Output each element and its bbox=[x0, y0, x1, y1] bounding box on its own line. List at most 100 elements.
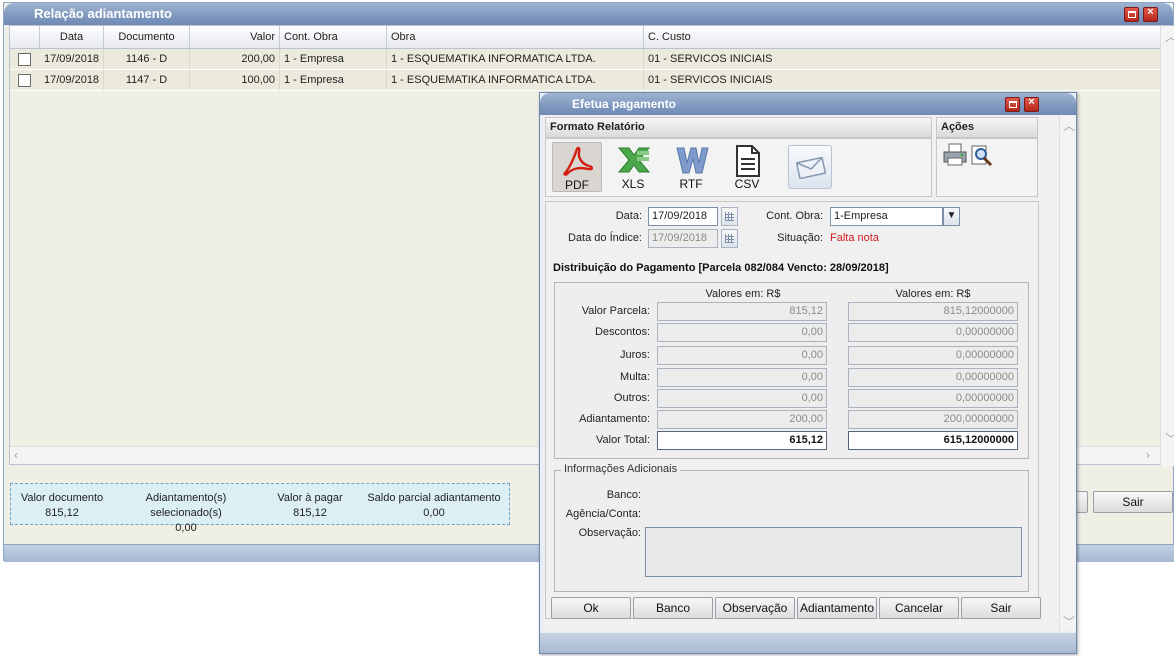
outros-field[interactable]: 0,00 bbox=[657, 389, 827, 408]
adiantamento-field[interactable]: 200,00 bbox=[657, 410, 827, 429]
summary-adiantamentos: Adiantamento(s) selecionado(s) 0,00 bbox=[109, 491, 263, 536]
maximize-dialog-button[interactable] bbox=[1005, 97, 1020, 112]
xls-format-button[interactable]: XLS bbox=[608, 142, 658, 192]
informacoes-adicionais-legend: Informações Adicionais bbox=[561, 463, 681, 475]
banco-button[interactable]: Banco bbox=[633, 597, 713, 619]
adiantamento-field-precise[interactable]: 200,00000000 bbox=[848, 410, 1018, 429]
acoes-header: Ações bbox=[936, 117, 1038, 138]
observacao-button[interactable]: Observação bbox=[715, 597, 795, 619]
pdf-format-button[interactable]: PDF bbox=[552, 142, 602, 192]
scroll-right-icon[interactable]: › bbox=[1146, 448, 1150, 462]
header-data[interactable]: Data bbox=[40, 26, 104, 48]
scroll-up-icon[interactable]: ︿ bbox=[1063, 117, 1075, 134]
header-obra[interactable]: Obra bbox=[387, 26, 644, 48]
header-cont-obra[interactable]: Cont. Obra bbox=[280, 26, 387, 48]
restore-icon bbox=[1128, 11, 1136, 18]
print-preview-button[interactable] bbox=[968, 142, 994, 168]
cell-documento: 1147 - D bbox=[104, 70, 190, 90]
summary-value: 815,12 bbox=[293, 507, 327, 519]
adiantamento-button[interactable]: Adiantamento bbox=[797, 597, 877, 619]
restore-window-button[interactable] bbox=[1124, 7, 1139, 22]
dialog-title: Efetua pagamento bbox=[540, 93, 1076, 115]
acoes-panel bbox=[936, 138, 1038, 197]
print-preview-icon bbox=[971, 145, 993, 167]
dialog-vertical-scrollbar[interactable]: ︿ ﹀ bbox=[1059, 115, 1076, 631]
descontos-field[interactable]: 0,00 bbox=[657, 323, 827, 342]
scroll-down-icon[interactable]: ﹀ bbox=[1063, 613, 1075, 630]
cont-obra-label: Cont. Obra: bbox=[766, 210, 823, 222]
close-dialog-button[interactable]: × bbox=[1024, 96, 1039, 112]
situacao-value: Falta nota bbox=[830, 232, 879, 244]
distribuicao-title: Distribuição do Pagamento [Parcela 082/0… bbox=[553, 262, 889, 274]
juros-field[interactable]: 0,00 bbox=[657, 346, 827, 365]
pdf-icon bbox=[563, 146, 594, 176]
calendar-icon[interactable] bbox=[721, 207, 738, 226]
calendar-icon[interactable] bbox=[721, 229, 738, 248]
summary-valor-a-pagar: Valor à pagar 815,12 bbox=[267, 491, 353, 521]
maximize-icon bbox=[1009, 101, 1017, 108]
cell-c-custo: 01 - SERVICOS INICIAIS bbox=[648, 74, 773, 86]
juros-field-precise[interactable]: 0,00000000 bbox=[848, 346, 1018, 365]
summary-saldo: Saldo parcial adiantamento 0,00 bbox=[363, 491, 505, 521]
multa-field-precise[interactable]: 0,00000000 bbox=[848, 368, 1018, 387]
csv-format-button[interactable]: CSV bbox=[722, 142, 772, 192]
row-checkbox[interactable] bbox=[18, 53, 31, 66]
summary-valor-documento: Valor documento 815,12 bbox=[17, 491, 107, 521]
summary-label: Valor documento bbox=[20, 492, 104, 504]
rtf-format-button[interactable]: RTF bbox=[666, 142, 716, 192]
valor-parcela-field-precise[interactable]: 815,12000000 bbox=[848, 302, 1018, 321]
valor-total-field-precise[interactable]: 615,12000000 bbox=[848, 431, 1018, 450]
valor-parcela-field[interactable]: 815,12 bbox=[657, 302, 827, 321]
summary-value: 0,00 bbox=[175, 522, 197, 534]
summary-label: Adiantamento(s) selecionado(s) bbox=[145, 492, 227, 519]
header-documento[interactable]: Documento bbox=[104, 26, 190, 48]
dialog-content: Formato Relatório PDF XLS RTF CSV Ações … bbox=[544, 115, 1059, 631]
descontos-label: Descontos: bbox=[594, 326, 650, 338]
valor-parcela-label: Valor Parcela: bbox=[581, 305, 650, 317]
data-field[interactable]: 17/09/2018 bbox=[648, 207, 718, 226]
print-button[interactable] bbox=[942, 142, 968, 168]
valor-total-field[interactable]: 615,12 bbox=[657, 431, 827, 450]
header-valor[interactable]: Valor bbox=[190, 26, 280, 48]
cell-documento: 1146 - D bbox=[104, 49, 190, 69]
ok-button[interactable]: Ok bbox=[551, 597, 631, 619]
row-checkbox[interactable] bbox=[18, 74, 31, 87]
format-label: CSV bbox=[734, 177, 760, 191]
efetua-pagamento-dialog: Efetua pagamento × Formato Relatório PDF… bbox=[539, 92, 1077, 654]
scroll-up-icon[interactable]: ︿ bbox=[1165, 28, 1174, 45]
close-window-button[interactable]: × bbox=[1143, 6, 1158, 22]
scroll-down-icon[interactable]: ﹀ bbox=[1165, 430, 1174, 447]
outros-field-precise[interactable]: 0,00000000 bbox=[848, 389, 1018, 408]
cell-data: 17/09/2018 bbox=[40, 70, 104, 90]
window-title: Relação adiantamento bbox=[4, 3, 1173, 25]
informacoes-adicionais-fieldset: Informações Adicionais Banco: Agência/Co… bbox=[554, 463, 1029, 592]
summary-label: Saldo parcial adiantamento bbox=[367, 492, 501, 504]
table-row[interactable]: 17/09/2018 1146 - D 200,00 1 - Empresa 1… bbox=[10, 49, 1160, 70]
cancelar-button[interactable]: Cancelar bbox=[879, 597, 959, 619]
chevron-down-icon[interactable]: ▼ bbox=[943, 207, 960, 226]
data-label: Data: bbox=[615, 210, 642, 222]
grid-vertical-scrollbar[interactable]: ︿ ﹀ bbox=[1160, 26, 1174, 466]
cell-valor: 200,00 bbox=[190, 49, 280, 69]
descontos-field-precise[interactable]: 0,00000000 bbox=[848, 323, 1018, 342]
scroll-left-icon[interactable]: ‹ bbox=[14, 448, 18, 462]
summary-label: Valor à pagar bbox=[277, 492, 343, 504]
xls-icon bbox=[617, 147, 651, 173]
observacao-textarea[interactable] bbox=[645, 527, 1022, 577]
email-button[interactable] bbox=[788, 145, 832, 189]
multa-field[interactable]: 0,00 bbox=[657, 368, 827, 387]
valor-total-label: Valor Total: bbox=[595, 434, 650, 446]
table-row[interactable]: 17/09/2018 1147 - D 100,00 1 - Empresa 1… bbox=[10, 70, 1160, 91]
cell-c-custo: 01 - SERVICOS INICIAIS bbox=[648, 53, 773, 65]
sair-button[interactable]: Sair bbox=[961, 597, 1041, 619]
cont-obra-select[interactable]: 1-Empresa bbox=[830, 207, 943, 226]
cell-valor: 100,00 bbox=[190, 70, 280, 90]
sair-back-button[interactable]: Sair bbox=[1093, 491, 1173, 513]
formato-relatorio-panel: PDF XLS RTF CSV bbox=[545, 138, 932, 197]
data-indice-field[interactable]: 17/09/2018 bbox=[648, 229, 718, 248]
data-indice-label: Data do Índice: bbox=[568, 232, 642, 244]
header-select bbox=[10, 26, 40, 48]
cell-obra: 1 - ESQUEMATIKA INFORMATICA LTDA. bbox=[387, 49, 644, 69]
outros-label: Outros: bbox=[613, 392, 650, 404]
header-c-custo[interactable]: C. Custo bbox=[644, 26, 1160, 48]
